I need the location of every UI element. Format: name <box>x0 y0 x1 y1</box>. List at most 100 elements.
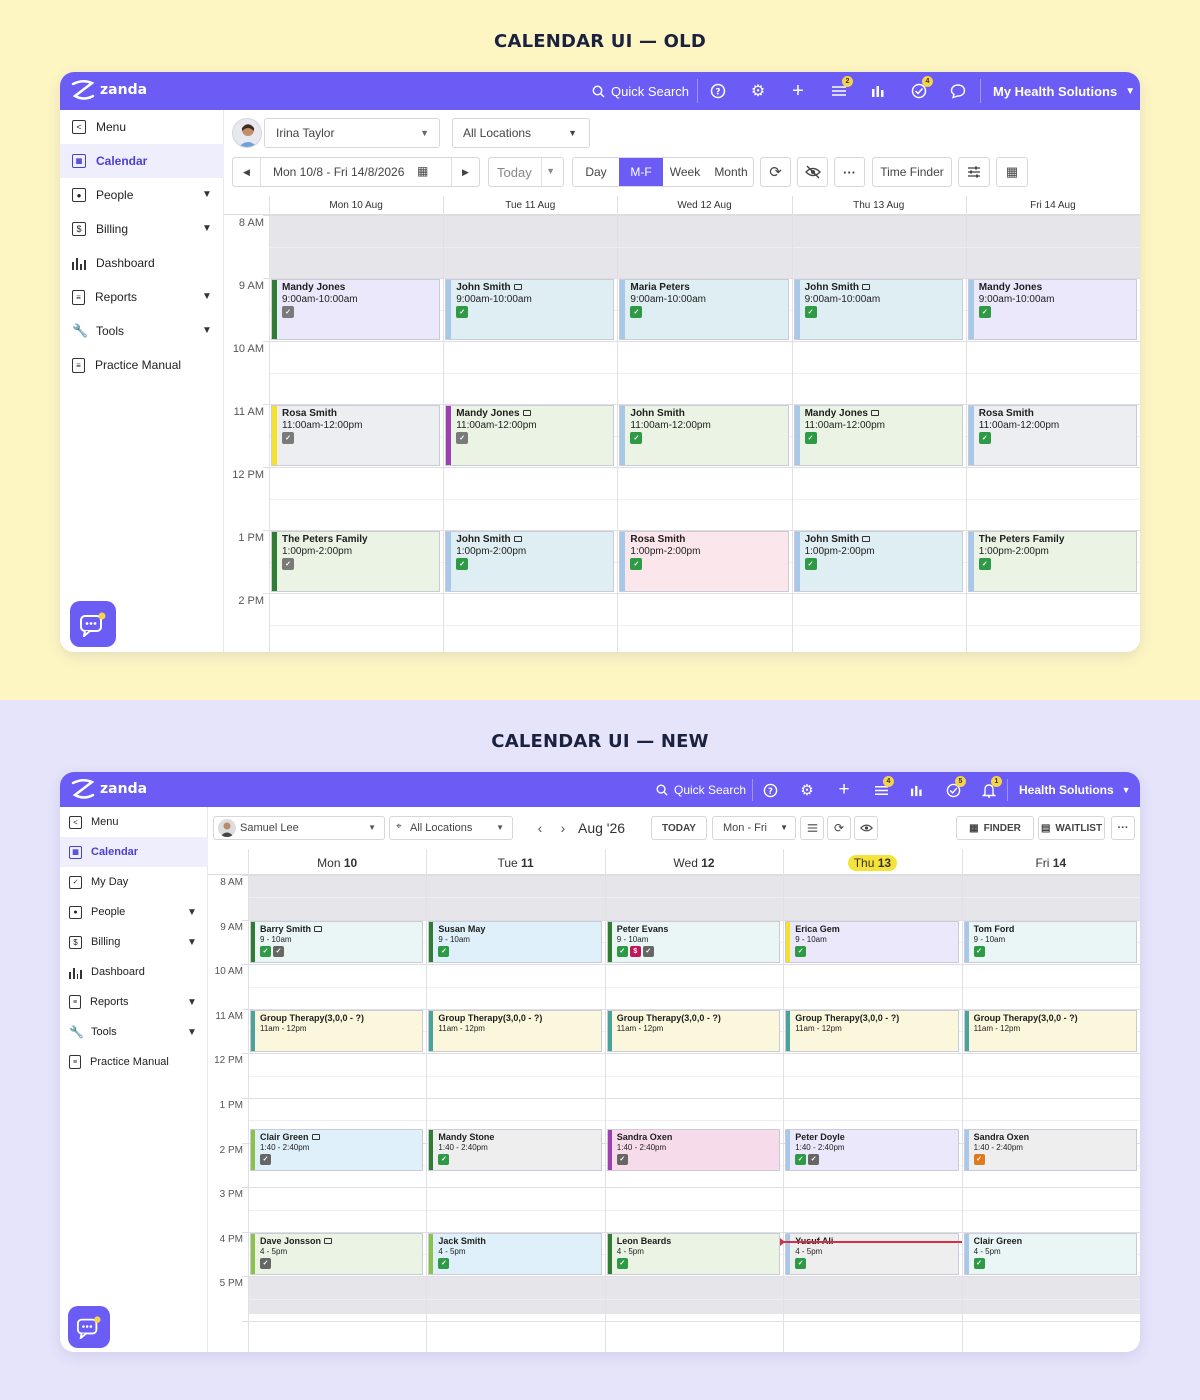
view-day[interactable]: Day <box>573 158 619 186</box>
new-location-select[interactable]: ⌖ All Locations ▼ <box>389 816 513 840</box>
new-reports-chart-icon[interactable] <box>906 780 926 800</box>
appointment-card[interactable]: John Smith 9:00am-10:00am ✓ <box>445 279 615 340</box>
view-week[interactable]: Week <box>663 158 707 186</box>
day-header[interactable]: Fri 14 Aug <box>966 200 1140 211</box>
old-quick-search[interactable]: Quick Search <box>592 81 689 101</box>
new-sidebar-item-menu[interactable]: < Menu <box>60 807 208 837</box>
new-account-menu[interactable]: Health Solutions ▼ <box>1019 780 1131 800</box>
view-month[interactable]: Month <box>707 158 755 186</box>
day-header[interactable]: Mon 10 Aug <box>269 200 443 211</box>
appointment-card[interactable]: Rosa Smith 11:00am-12:00pm ✓ <box>271 405 441 466</box>
day-header[interactable]: Tue 11 Aug <box>443 200 617 211</box>
old-sidebar-item-people[interactable]: ● People ▼ <box>60 178 224 212</box>
day-header[interactable]: Thu 13 Aug <box>792 200 966 211</box>
appointment-card[interactable]: Group Therapy(3,0,0 - ?) 11am - 12pm <box>963 1009 1137 1053</box>
appointment-card[interactable]: Group Therapy(3,0,0 - ?) 11am - 12pm <box>428 1009 602 1053</box>
old-account-menu[interactable]: My Health Solutions ▼ <box>993 81 1135 101</box>
old-check-icon[interactable]: 4 <box>908 76 933 101</box>
appointment-card[interactable]: The Peters Family 1:00pm-2:00pm ✓ <box>271 531 441 592</box>
filter-sliders-icon[interactable] <box>800 816 824 840</box>
old-add-icon[interactable]: + <box>788 80 808 102</box>
new-quick-search[interactable]: Quick Search <box>656 780 746 800</box>
new-notifications-icon[interactable]: 1 <box>978 776 1002 800</box>
appointment-card[interactable]: Sandra Oxen 1:40 - 2:40pm ✓ <box>606 1128 781 1172</box>
old-settings-icon[interactable]: ⚙ <box>748 81 768 101</box>
appointment-card[interactable]: John Smith 1:00pm-2:00pm ✓ <box>793 531 963 592</box>
old-sidebar-item-menu[interactable]: < Menu <box>60 110 224 144</box>
appointment-card[interactable]: Maria Peters 9:00am-10:00am ✓ <box>619 279 789 340</box>
old-chat-icon[interactable] <box>948 81 968 101</box>
appointment-card[interactable]: The Peters Family 1:00pm-2:00pm ✓ <box>967 531 1137 592</box>
filter-sliders-icon[interactable] <box>958 157 990 187</box>
appointment-card[interactable]: Rosa Smith 11:00am-12:00pm ✓ <box>967 405 1137 466</box>
appointment-card[interactable]: Leon Beards 4 - 5pm ✓ <box>606 1232 781 1276</box>
new-settings-icon[interactable]: ⚙ <box>797 780 817 800</box>
appointment-card[interactable]: Clair Green 1:40 - 2:40pm ✓ <box>250 1128 424 1172</box>
old-date-range[interactable]: Mon 10/8 - Fri 14/8/2026 <box>273 165 404 179</box>
appointment-card[interactable]: Peter Evans 9 - 10am ✓ $ ✓ <box>606 920 781 964</box>
new-sidebar-item-tools[interactable]: 🔧 Tools ▼ <box>60 1017 208 1047</box>
day-header[interactable]: Fri 14 <box>962 856 1140 870</box>
eye-icon[interactable] <box>854 816 878 840</box>
appointment-card[interactable]: Rosa Smith 1:00pm-2:00pm ✓ <box>619 531 789 592</box>
appointment-card[interactable]: Susan May 9 - 10am ✓ <box>428 920 602 964</box>
refresh-icon[interactable]: ⟳ <box>827 816 851 840</box>
more-options-icon[interactable]: ··· <box>1111 816 1135 840</box>
calendar-icon[interactable]: ▦ <box>417 164 428 178</box>
appointment-card[interactable]: Peter Doyle 1:40 - 2:40pm ✓ ✓ <box>785 1128 959 1172</box>
chatbot-icon[interactable] <box>70 601 116 647</box>
appointment-card[interactable]: Mandy Jones 9:00am-10:00am ✓ <box>271 279 441 340</box>
old-sidebar-item-calendar[interactable]: ▦ Calendar <box>60 144 224 178</box>
old-sidebar-item-tools[interactable]: 🔧 Tools ▼ <box>60 314 224 348</box>
appointment-card[interactable]: Mandy Stone 1:40 - 2:40pm ✓ <box>428 1128 602 1172</box>
day-header[interactable]: Wed 12 Aug <box>617 200 791 211</box>
chatbot-icon[interactable] <box>68 1306 110 1348</box>
new-month-label[interactable]: Aug '26 <box>578 817 625 839</box>
appointment-card[interactable]: Mandy Jones 9:00am-10:00am ✓ <box>967 279 1137 340</box>
appointment-card[interactable]: Mandy Jones 11:00am-12:00pm ✓ <box>445 405 615 466</box>
new-sidebar-item-people[interactable]: ● People ▼ <box>60 897 208 927</box>
appointment-card[interactable]: Jack Smith 4 - 5pm ✓ <box>428 1232 602 1276</box>
new-sidebar-item-reports[interactable]: ≡ Reports ▼ <box>60 987 208 1017</box>
old-sidebar-item-practice-manual[interactable]: ≡ Practice Manual <box>60 348 224 382</box>
appointment-card[interactable]: Erica Gem 9 - 10am ✓ <box>785 920 959 964</box>
old-help-icon[interactable]: ? <box>708 81 728 101</box>
appointment-card[interactable]: Group Therapy(3,0,0 - ?) 11am - 12pm <box>606 1009 781 1053</box>
appointment-card[interactable]: Tom Ford 9 - 10am ✓ <box>963 920 1137 964</box>
old-sidebar-item-reports[interactable]: ≡ Reports ▼ <box>60 280 224 314</box>
refresh-icon[interactable]: ⟳ <box>760 157 791 187</box>
appointment-card[interactable]: John Smith 1:00pm-2:00pm ✓ <box>445 531 615 592</box>
old-sidebar-item-dashboard[interactable]: Dashboard <box>60 246 224 280</box>
next-arrow-icon[interactable]: › <box>555 818 571 838</box>
new-sidebar-item-my-day[interactable]: ✓ My Day <box>60 867 208 897</box>
appointment-card[interactable]: Clair Green 4 - 5pm ✓ <box>963 1232 1137 1276</box>
old-sidebar-item-billing[interactable]: $ Billing ▼ <box>60 212 224 246</box>
appointment-card[interactable]: Yusuf Ali4 - 5pm✓ <box>785 1232 959 1276</box>
view-m-f[interactable]: M-F <box>619 158 663 186</box>
old-tasks-icon[interactable]: 2 <box>828 76 853 101</box>
new-sidebar-item-calendar[interactable]: ▦ Calendar <box>60 837 208 867</box>
prev-arrow-icon[interactable]: ‹ <box>532 818 548 838</box>
new-view-select[interactable]: Mon - Fri ▼ <box>712 816 796 840</box>
appointment-card[interactable]: Sandra Oxen 1:40 - 2:40pm ✓ <box>963 1128 1137 1172</box>
hide-eye-icon[interactable] <box>797 157 828 187</box>
old-reports-chart-icon[interactable] <box>868 81 888 101</box>
old-location-select[interactable]: All Locations ▼ <box>452 118 590 148</box>
new-sidebar-item-practice-manual[interactable]: ≡ Practice Manual <box>60 1047 208 1077</box>
calendar-picker-icon[interactable]: ▦ <box>996 157 1028 187</box>
appointment-card[interactable]: Dave Jonsson 4 - 5pm ✓ <box>250 1232 424 1276</box>
old-practitioner-select[interactable]: Irina Taylor ▼ <box>264 118 440 148</box>
new-help-icon[interactable]: ? <box>760 780 780 800</box>
appointment-card[interactable]: Group Therapy(3,0,0 - ?) 11am - 12pm <box>250 1009 424 1053</box>
appointment-card[interactable]: Barry Smith 9 - 10am ✓ ✓ <box>250 920 424 964</box>
new-today-button[interactable]: TODAY <box>651 816 707 840</box>
appointment-card[interactable]: Mandy Jones 11:00am-12:00pm ✓ <box>793 405 963 466</box>
day-header[interactable]: Tue 11 <box>426 856 604 870</box>
old-time-finder-button[interactable]: Time Finder <box>872 157 952 187</box>
old-today-button[interactable]: Today ▼ <box>488 157 564 187</box>
new-practitioner-select[interactable]: Samuel Lee ▼ <box>213 816 385 840</box>
new-check-icon[interactable]: 5 <box>942 776 966 800</box>
new-add-icon[interactable]: + <box>834 779 854 800</box>
more-options-icon[interactable]: ··· <box>834 157 865 187</box>
new-waitlist-button[interactable]: ▤ WAITLIST <box>1038 816 1105 840</box>
